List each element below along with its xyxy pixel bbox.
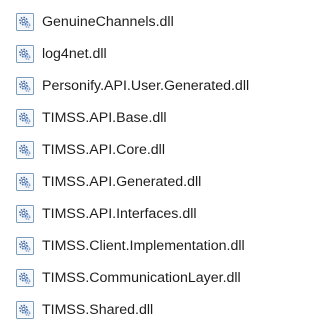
file-item[interactable]: Personify.API.User.Generated.dll	[15, 70, 315, 102]
file-name: GenuineChannels.dll	[42, 14, 174, 30]
file-item[interactable]: TIMSS.API.Generated.dll	[15, 166, 315, 198]
file-name: TIMSS.CommunicationLayer.dll	[42, 270, 241, 286]
file-name: TIMSS.Client.Implementation.dll	[42, 238, 245, 254]
file-name: TIMSS.API.Interfaces.dll	[42, 206, 197, 222]
file-name: TIMSS.API.Base.dll	[42, 110, 167, 126]
file-name: TIMSS.API.Generated.dll	[42, 174, 202, 190]
dll-file-icon	[16, 141, 34, 159]
file-name: log4net.dll	[42, 46, 107, 62]
file-name: TIMSS.Shared.dll	[42, 302, 154, 318]
dll-file-icon	[16, 269, 34, 287]
dll-file-icon	[16, 301, 34, 319]
file-item[interactable]: TIMSS.CommunicationLayer.dll	[15, 262, 315, 294]
file-item[interactable]: log4net.dll	[15, 38, 315, 70]
dll-file-icon	[16, 237, 34, 255]
file-item[interactable]: TIMSS.API.Core.dll	[15, 134, 315, 166]
file-list: GenuineChannels.dll log4net.dll Personif…	[15, 6, 315, 326]
file-item[interactable]: TIMSS.Client.Implementation.dll	[15, 230, 315, 262]
file-item[interactable]: GenuineChannels.dll	[15, 6, 315, 38]
file-item[interactable]: TIMSS.Shared.dll	[15, 294, 315, 326]
file-name: Personify.API.User.Generated.dll	[42, 78, 250, 94]
dll-file-icon	[16, 45, 34, 63]
dll-file-icon	[16, 77, 34, 95]
dll-file-icon	[16, 173, 34, 191]
dll-file-icon	[16, 205, 34, 223]
file-item[interactable]: TIMSS.API.Base.dll	[15, 102, 315, 134]
file-item[interactable]: TIMSS.API.Interfaces.dll	[15, 198, 315, 230]
dll-file-icon	[16, 13, 34, 31]
dll-file-icon	[16, 109, 34, 127]
file-name: TIMSS.API.Core.dll	[42, 142, 165, 158]
